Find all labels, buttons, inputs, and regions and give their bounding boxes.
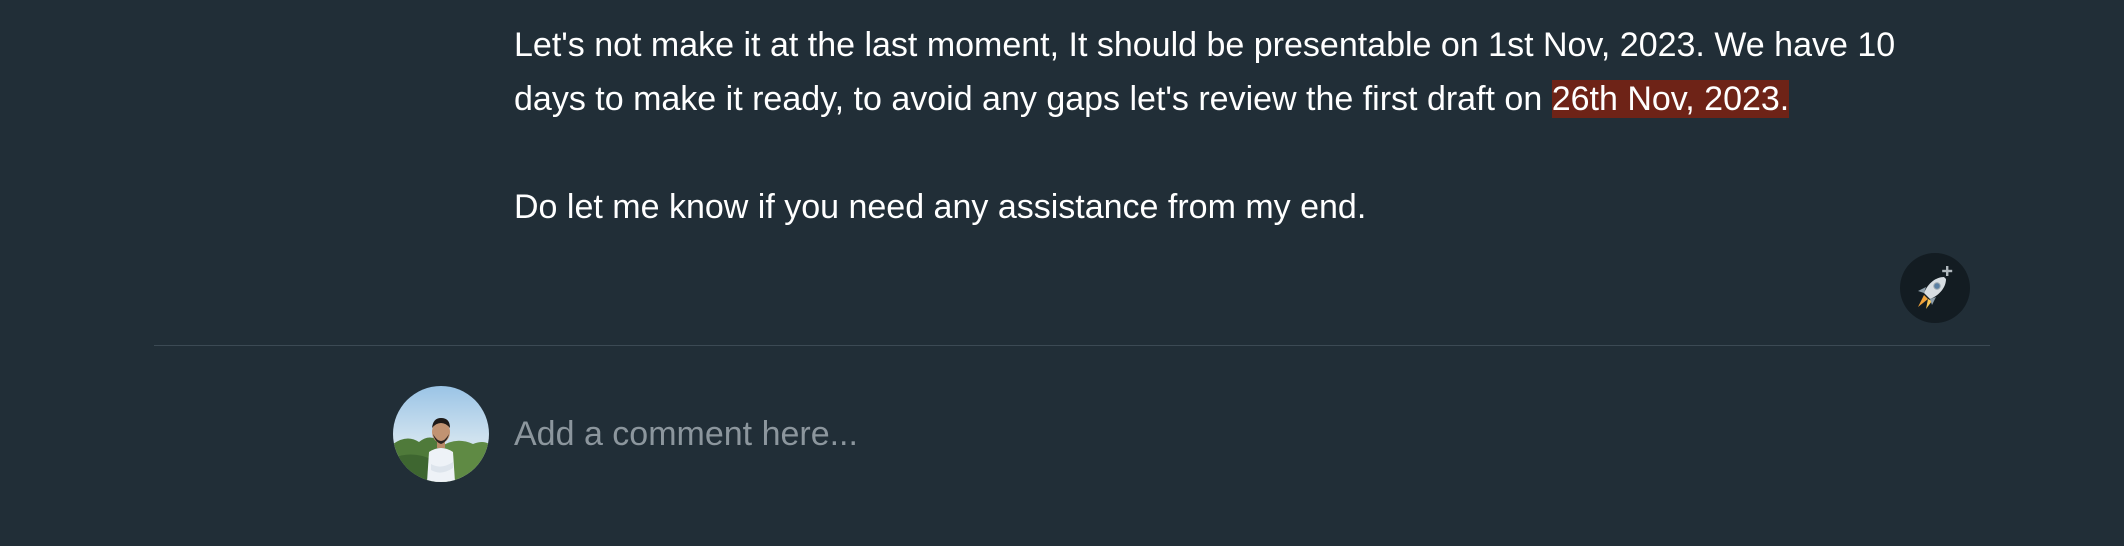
message-paragraph-assistance: Do let me know if you need any assistanc… xyxy=(514,188,1367,226)
comment-input[interactable] xyxy=(514,404,1894,464)
highlighted-date: 26th Nov, 2023. xyxy=(1551,80,1790,118)
comment-thread: Let's not make it at the last moment, It… xyxy=(0,0,2124,546)
avatar-image xyxy=(393,386,489,482)
rocket-icon xyxy=(1918,266,1953,309)
divider xyxy=(154,345,1990,346)
message-body: Let's not make it at the last moment, It… xyxy=(514,18,1914,234)
user-avatar xyxy=(393,386,489,482)
message-paragraph: Let's not make it at the last moment, It… xyxy=(514,18,1914,126)
add-reaction-button[interactable] xyxy=(1900,253,1970,323)
